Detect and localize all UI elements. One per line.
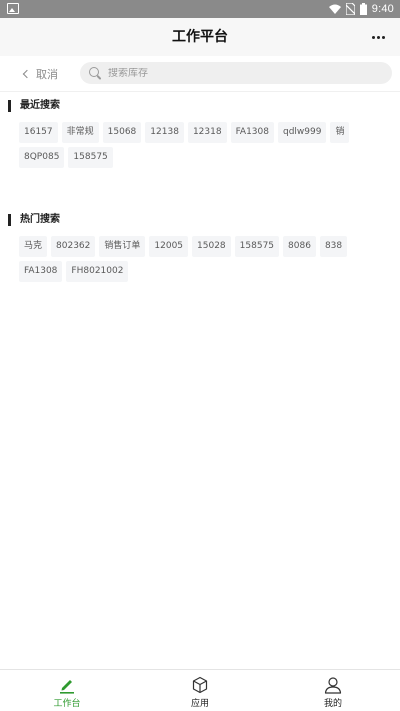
hot-search-tags: 马克 802362 销售订单 12005 15028 158575 8086 8… [19, 236, 389, 282]
gallery-notification-icon [7, 3, 19, 14]
page-title: 工作平台 [172, 29, 228, 45]
more-menu-button[interactable] [368, 18, 388, 56]
tab-workbench[interactable]: 工作台 [27, 670, 107, 711]
cube-icon [190, 675, 210, 695]
search-icon [88, 66, 102, 80]
hot-search-tag[interactable]: 8086 [283, 236, 316, 257]
recent-search-tag[interactable]: qdlw999 [278, 122, 327, 143]
cancel-label: 取消 [36, 68, 58, 81]
recent-search-tag[interactable]: 15068 [102, 122, 142, 143]
tab-label: 工作台 [53, 699, 81, 709]
status-bar: 9:40 [0, 0, 400, 18]
search-row: 取消 [0, 56, 400, 92]
search-input[interactable] [108, 67, 378, 79]
bottom-tab-bar: 工作台 应用 我的 [0, 669, 400, 711]
no-sim-icon [345, 3, 355, 15]
pencil-icon [57, 675, 77, 695]
tab-mine[interactable]: 我的 [293, 670, 373, 711]
recent-search-tag[interactable]: 16157 [19, 122, 58, 143]
more-dot [381, 35, 385, 39]
more-dot [376, 35, 380, 39]
tab-apps[interactable]: 应用 [160, 670, 240, 711]
battery-icon [359, 3, 367, 15]
nav-bar: 工作平台 [0, 18, 400, 56]
section-marker [8, 100, 11, 112]
hot-search-tag[interactable]: 802362 [51, 236, 96, 257]
recent-search-section: 最近搜索 16157 非常规 15068 12138 12318 FA1308 … [0, 99, 400, 168]
recent-search-tags: 16157 非常规 15068 12138 12318 FA1308 qdlw9… [19, 122, 389, 168]
tab-label: 我的 [323, 699, 342, 709]
hot-search-tag[interactable]: 838 [319, 236, 348, 257]
hot-search-section: 热门搜索 马克 802362 销售订单 12005 15028 158575 8… [0, 213, 400, 282]
hot-search-title: 热门搜索 [20, 214, 60, 225]
search-box[interactable] [80, 62, 392, 84]
hot-search-tag[interactable]: 销售订单 [99, 236, 146, 257]
hot-search-tag[interactable]: 158575 [234, 236, 280, 257]
recent-search-header: 最近搜索 [0, 99, 400, 113]
recent-search-tag[interactable]: 12138 [145, 122, 184, 143]
recent-search-tag[interactable]: 非常规 [61, 122, 99, 143]
tab-label: 应用 [190, 699, 209, 709]
recent-search-tag[interactable]: FA1308 [230, 122, 274, 143]
hot-search-tag[interactable]: 12005 [149, 236, 189, 257]
section-marker [8, 214, 11, 226]
hot-search-tag[interactable]: FA1308 [19, 261, 63, 282]
hot-search-header: 热门搜索 [0, 213, 400, 227]
recent-search-tag[interactable]: 销 [330, 122, 350, 143]
chevron-left-icon [22, 69, 32, 79]
status-indicators: 9:40 [328, 0, 394, 18]
hot-search-tag[interactable]: 15028 [192, 236, 231, 257]
recent-search-tag[interactable]: 158575 [68, 147, 113, 168]
recent-search-tag[interactable]: 12318 [187, 122, 227, 143]
status-time: 9:40 [371, 3, 394, 15]
hot-search-tag[interactable]: 马克 [19, 236, 48, 257]
hot-search-tag[interactable]: FH8021002 [66, 261, 129, 282]
more-dot [371, 35, 375, 39]
cancel-button[interactable]: 取消 [22, 56, 58, 92]
user-icon [323, 675, 343, 695]
recent-search-title: 最近搜索 [20, 100, 60, 111]
wifi-icon [328, 4, 341, 14]
recent-search-tag[interactable]: 8QP085 [19, 147, 65, 168]
